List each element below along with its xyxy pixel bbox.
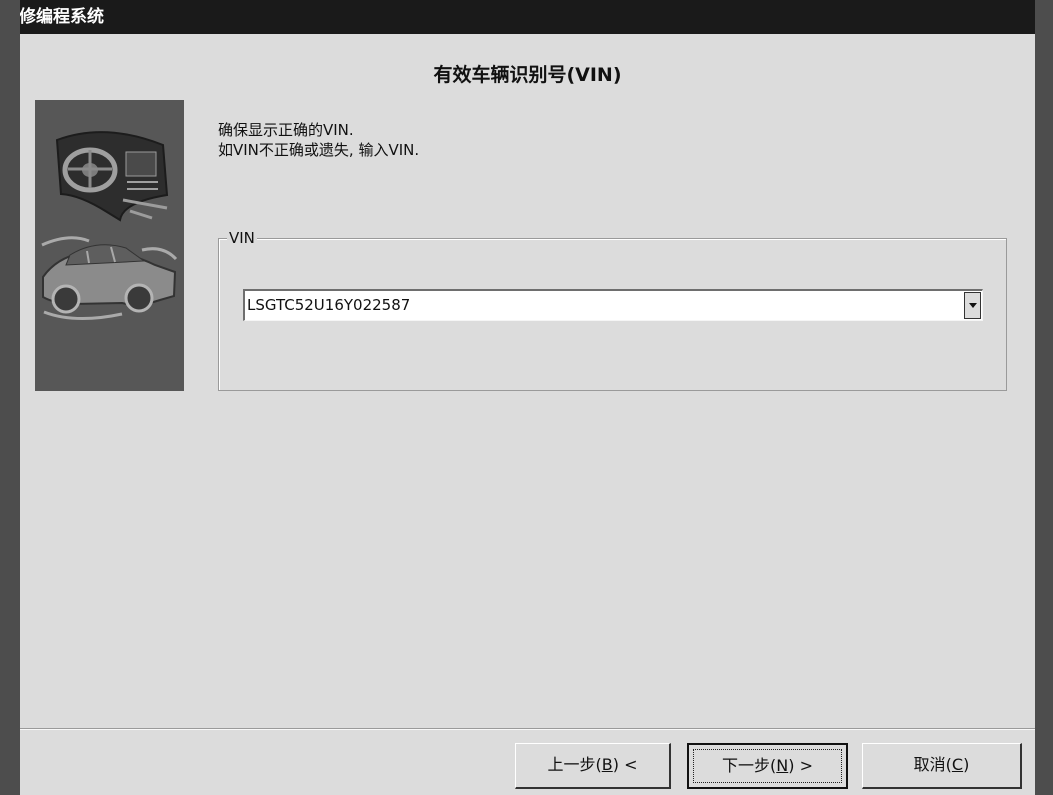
right-window-frame	[1035, 0, 1053, 795]
dashboard-steering-wheel-icon	[55, 131, 169, 222]
vin-dropdown-button[interactable]	[964, 292, 981, 319]
instruction-line-2: 如VIN不正确或遗失, 输入VIN.	[218, 141, 420, 159]
vin-combobox[interactable]: LSGTC52U16Y022587	[243, 289, 983, 321]
back-button-label: 上一步(B) <	[547, 755, 638, 774]
next-button[interactable]: 下一步(N) >	[687, 743, 848, 789]
left-window-frame	[0, 0, 20, 795]
vin-group-label: VIN	[227, 229, 257, 247]
chevron-down-icon	[968, 303, 977, 308]
back-button[interactable]: 上一步(B) <	[515, 743, 671, 789]
vin-groupbox: VIN LSGTC52U16Y022587	[218, 229, 1007, 391]
cancel-button[interactable]: 取消(C)	[862, 743, 1022, 789]
sedan-car-icon	[41, 236, 178, 321]
vin-value[interactable]: LSGTC52U16Y022587	[247, 291, 410, 319]
wizard-side-image-panel	[35, 100, 184, 391]
button-separator	[20, 728, 1035, 730]
dialog-heading: 有效车辆识别号(VIN)	[433, 64, 622, 86]
wizard-dialog: 有效车辆识别号(VIN) 确保显示正确的VIN. 如VIN不正确或遗失, 输入V…	[20, 34, 1035, 795]
main-window: 维修编程系统 有效车辆识别号(VIN) 确保显示正确的VIN. 如VIN不正确或…	[0, 0, 1053, 795]
instruction-line-1: 确保显示正确的VIN.	[218, 121, 354, 139]
instruction-text: 确保显示正确的VIN. 如VIN不正确或遗失, 输入VIN.	[218, 120, 419, 160]
window-titlebar: 维修编程系统	[0, 0, 1053, 34]
cancel-button-label: 取消(C)	[913, 755, 970, 774]
focus-rectangle	[693, 749, 842, 783]
